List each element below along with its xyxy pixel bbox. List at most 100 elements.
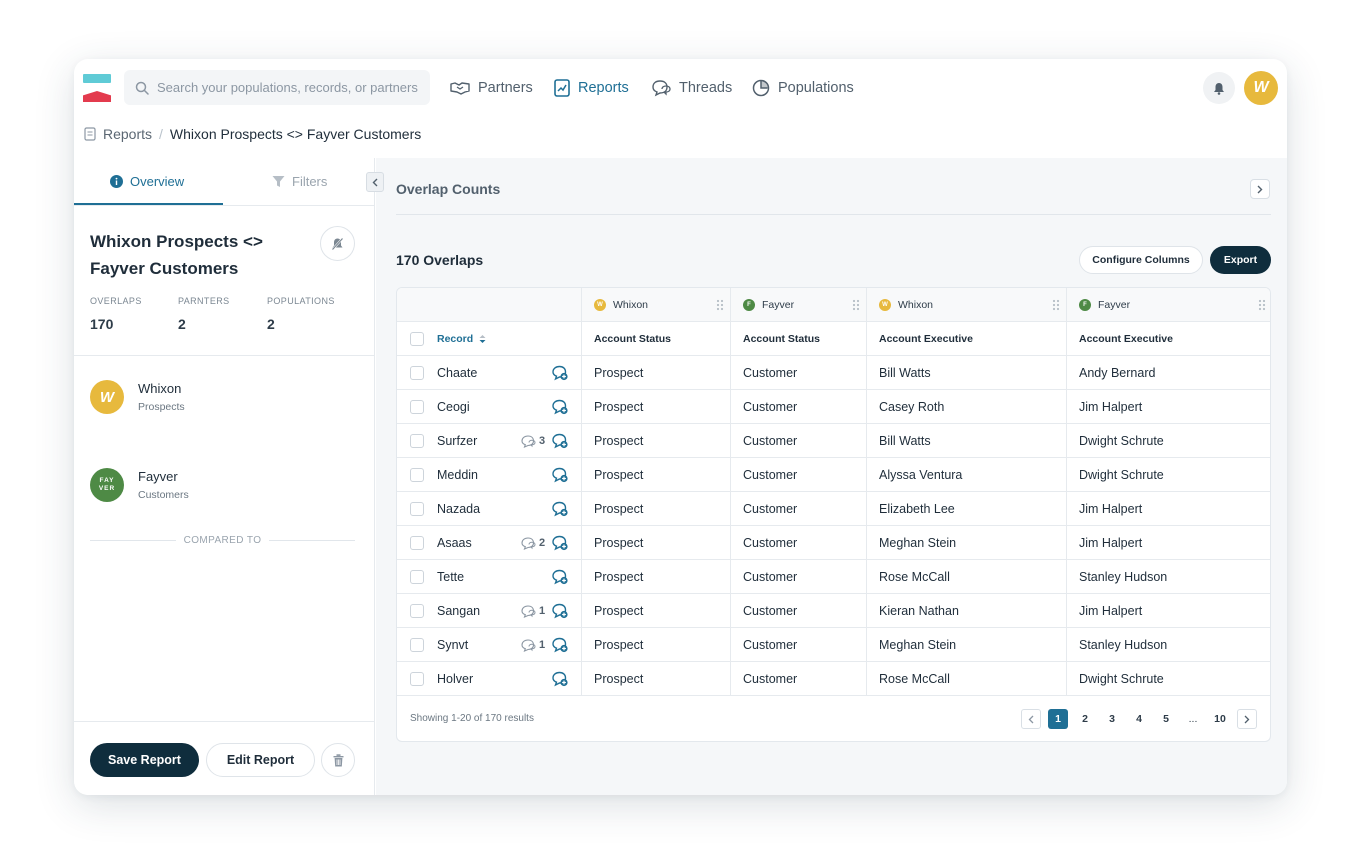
add-thread-icon[interactable] bbox=[552, 365, 568, 381]
notifications-button[interactable] bbox=[1203, 72, 1235, 104]
breadcrumb-reports-link[interactable]: Reports bbox=[103, 126, 152, 142]
nav-partners[interactable]: Partners bbox=[450, 77, 533, 99]
thread-count[interactable]: 2 bbox=[521, 526, 545, 560]
whixon-account-executive-cell: Rose McCall bbox=[866, 560, 1066, 594]
row-checkbox[interactable] bbox=[410, 570, 424, 584]
column-header-account-status[interactable]: Account Status bbox=[730, 322, 866, 356]
table-row[interactable]: Holver Prospect Customer Rose McCall Dwight … bbox=[397, 662, 1270, 696]
table-row[interactable]: Asaas 2 Prospect Customer Meghan Stein Jim Ha… bbox=[397, 526, 1270, 560]
sort-icon[interactable] bbox=[479, 334, 486, 344]
chevron-left-icon bbox=[372, 178, 378, 186]
record-cell: Surfzer 3 bbox=[397, 424, 581, 458]
page-button-1[interactable]: 1 bbox=[1048, 709, 1068, 729]
page-button-2[interactable]: 2 bbox=[1075, 709, 1095, 729]
table-row[interactable]: Synvt 1 Prospect Customer Meghan Stein Stanle… bbox=[397, 628, 1270, 662]
table-row[interactable]: Surfzer 3 Prospect Customer Bill Watts Dwight… bbox=[397, 424, 1270, 458]
add-thread-icon[interactable] bbox=[552, 671, 568, 687]
table-row[interactable]: Ceogi Prospect Customer Casey Roth Jim Halpe… bbox=[397, 390, 1270, 424]
row-checkbox[interactable] bbox=[410, 366, 424, 380]
delete-report-button[interactable] bbox=[321, 743, 355, 777]
threads-icon bbox=[521, 638, 536, 652]
tab-overview[interactable]: Overview bbox=[110, 174, 184, 189]
record-name[interactable]: Holver bbox=[437, 662, 473, 696]
export-button[interactable]: Export bbox=[1210, 246, 1271, 274]
report-icon bbox=[84, 127, 96, 141]
add-thread-icon[interactable] bbox=[552, 501, 568, 517]
drag-handle-icon[interactable] bbox=[1258, 299, 1266, 311]
row-checkbox[interactable] bbox=[410, 536, 424, 550]
record-name[interactable]: Tette bbox=[437, 560, 464, 594]
column-header-account-status[interactable]: Account Status bbox=[581, 322, 730, 356]
configure-columns-button[interactable]: Configure Columns bbox=[1079, 246, 1203, 274]
search-input[interactable]: Search your populations, records, or par… bbox=[124, 70, 430, 105]
nav-reports[interactable]: Reports bbox=[554, 77, 629, 99]
record-name[interactable]: Surfzer bbox=[437, 424, 477, 458]
thread-count[interactable]: 3 bbox=[521, 424, 545, 458]
record-name[interactable]: Meddin bbox=[437, 458, 478, 492]
expand-section-button[interactable] bbox=[1250, 179, 1270, 199]
add-thread-icon[interactable] bbox=[552, 603, 568, 619]
tab-filters[interactable]: Filters bbox=[272, 174, 327, 189]
row-checkbox[interactable] bbox=[410, 400, 424, 414]
record-name[interactable]: Sangan bbox=[437, 594, 480, 628]
thread-count[interactable]: 1 bbox=[521, 628, 545, 662]
record-name[interactable]: Ceogi bbox=[437, 390, 470, 424]
drag-handle-icon[interactable] bbox=[716, 299, 724, 311]
breadcrumb: Reports / Whixon Prospects <> Fayver Cus… bbox=[84, 126, 421, 142]
whixon-account-status-cell: Prospect bbox=[581, 662, 730, 696]
table-row[interactable]: Tette Prospect Customer Rose McCall Stanley … bbox=[397, 560, 1270, 594]
page-button-3[interactable]: 3 bbox=[1102, 709, 1122, 729]
page-ellipsis: ... bbox=[1188, 713, 1198, 725]
page-button-5[interactable]: 5 bbox=[1156, 709, 1176, 729]
add-thread-icon[interactable] bbox=[552, 399, 568, 415]
whixon-account-executive-cell: Kieran Nathan bbox=[866, 594, 1066, 628]
column-header-record[interactable]: Record bbox=[397, 322, 581, 356]
nav-threads[interactable]: Threads bbox=[651, 77, 732, 99]
table-row[interactable]: Chaate Prospect Customer Bill Watts Andy Ber… bbox=[397, 356, 1270, 390]
next-page-button[interactable] bbox=[1237, 709, 1257, 729]
row-checkbox[interactable] bbox=[410, 604, 424, 618]
sidebar-footer: Save Report Edit Report bbox=[74, 721, 375, 795]
tab-filters-label: Filters bbox=[292, 174, 328, 189]
page-button-4[interactable]: 4 bbox=[1129, 709, 1149, 729]
add-thread-icon[interactable] bbox=[552, 569, 568, 585]
add-thread-icon[interactable] bbox=[552, 433, 568, 449]
collapse-sidebar-button[interactable] bbox=[366, 172, 384, 192]
nav-populations[interactable]: Populations bbox=[752, 77, 854, 99]
row-checkbox[interactable] bbox=[410, 672, 424, 686]
column-header-account-executive[interactable]: Account Executive bbox=[1066, 322, 1270, 356]
drag-handle-icon[interactable] bbox=[1052, 299, 1060, 311]
add-thread-icon[interactable] bbox=[552, 637, 568, 653]
fayver-account-executive-cell: Dwight Schrute bbox=[1066, 662, 1270, 696]
column-header-account-executive[interactable]: Account Executive bbox=[866, 322, 1066, 356]
thread-count[interactable]: 1 bbox=[521, 594, 545, 628]
app-logo[interactable] bbox=[83, 74, 111, 102]
table-row[interactable]: Nazada Prospect Customer Elizabeth Lee Jim H… bbox=[397, 492, 1270, 526]
edit-report-button[interactable]: Edit Report bbox=[206, 743, 315, 777]
prev-page-button[interactable] bbox=[1021, 709, 1041, 729]
drag-handle-icon[interactable] bbox=[852, 299, 860, 311]
select-all-checkbox[interactable] bbox=[410, 332, 424, 346]
whixon-account-status-cell: Prospect bbox=[581, 492, 730, 526]
row-checkbox[interactable] bbox=[410, 502, 424, 516]
record-cell: Chaate bbox=[397, 356, 581, 390]
tab-overview-label: Overview bbox=[130, 174, 185, 189]
table-row[interactable]: Meddin Prospect Customer Alyssa Ventura Dwig… bbox=[397, 458, 1270, 492]
add-thread-icon[interactable] bbox=[552, 535, 568, 551]
mute-notifications-button[interactable] bbox=[320, 226, 355, 261]
row-checkbox[interactable] bbox=[410, 434, 424, 448]
record-name[interactable]: Synvt bbox=[437, 628, 468, 662]
whixon-account-executive-cell: Elizabeth Lee bbox=[866, 492, 1066, 526]
user-avatar[interactable]: W bbox=[1244, 71, 1278, 105]
row-checkbox[interactable] bbox=[410, 638, 424, 652]
page-button-10[interactable]: 10 bbox=[1210, 709, 1230, 729]
table-row[interactable]: Sangan 1 Prospect Customer Kieran Nathan Jim … bbox=[397, 594, 1270, 628]
row-checkbox[interactable] bbox=[410, 468, 424, 482]
add-thread-icon[interactable] bbox=[552, 467, 568, 483]
record-name[interactable]: Asaas bbox=[437, 526, 472, 560]
record-name[interactable]: Nazada bbox=[437, 492, 480, 526]
stat-overlaps-label: OVERLAPS bbox=[90, 296, 142, 306]
record-name[interactable]: Chaate bbox=[437, 356, 477, 390]
save-report-button[interactable]: Save Report bbox=[90, 743, 199, 777]
overlaps-table: W Whixon F Fayver W Whixon F Fayver Reco… bbox=[396, 287, 1271, 742]
